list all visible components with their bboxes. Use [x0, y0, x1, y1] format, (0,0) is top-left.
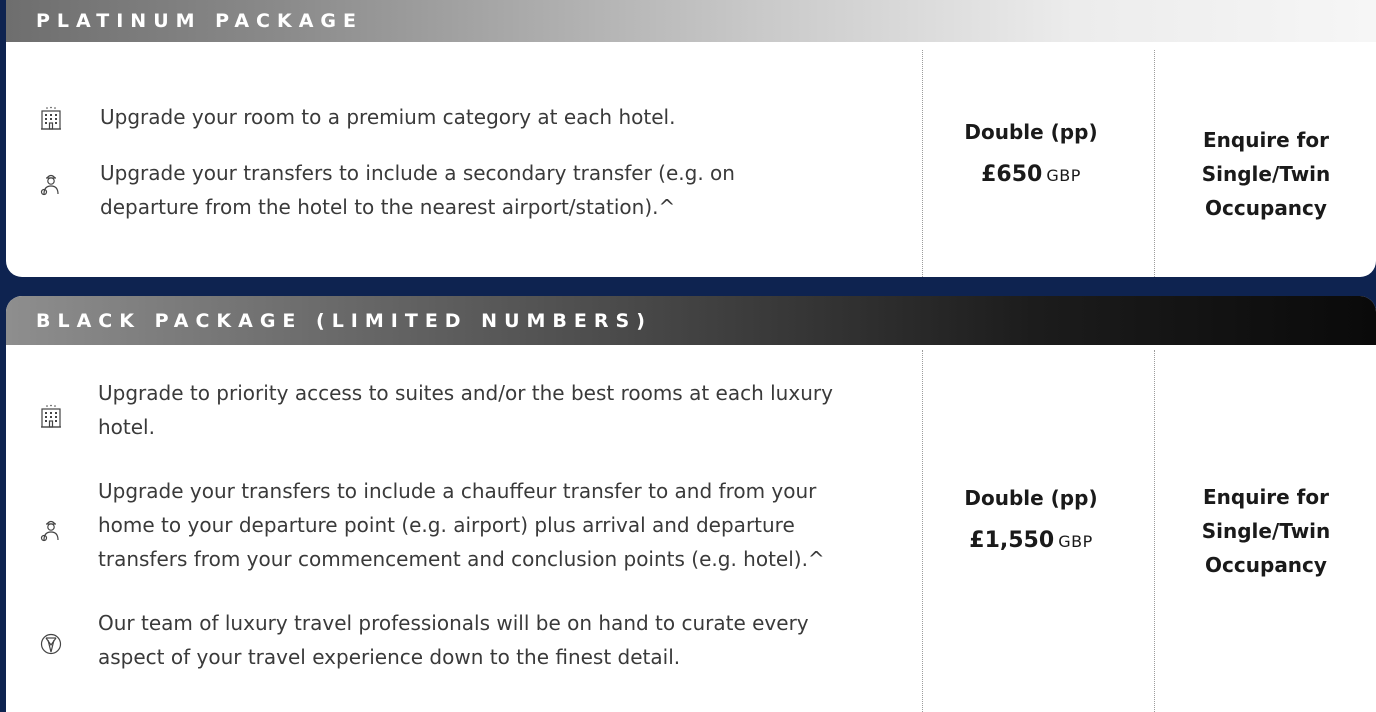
enquire-line: Single/Twin — [1201, 519, 1331, 543]
enquire-line: Occupancy — [1205, 196, 1327, 220]
double-price: Double (pp) £650 GBP — [956, 120, 1106, 187]
price-label: Double (pp) — [964, 486, 1098, 510]
price-label: Double (pp) — [964, 120, 1098, 144]
platinum-package-card: PLATINUM PACKAGE Upgrade your room to a … — [6, 0, 1376, 277]
black-package-title: BLACK PACKAGE (LIMITED NUMBERS) — [36, 309, 652, 332]
enquire-line: Enquire for — [1202, 128, 1329, 152]
column-divider — [1154, 350, 1155, 712]
double-price: Double (pp) £1,550 GBP — [956, 486, 1106, 553]
column-divider — [922, 350, 923, 712]
feature-text: Upgrade your transfers to include a seco… — [100, 161, 735, 219]
enquire-occupancy: Enquire for Single/Twin Occupancy — [1176, 123, 1356, 225]
feature-text: Upgrade your room to a premium category … — [100, 105, 676, 129]
platinum-package-title: PLATINUM PACKAGE — [36, 10, 363, 32]
hotel-icon — [40, 106, 62, 130]
chauffeur-icon — [40, 518, 62, 542]
enquire-line: Enquire for — [1202, 485, 1329, 509]
hotel-icon — [40, 404, 62, 428]
feature-text: Our team of luxury travel professionals … — [98, 611, 809, 669]
enquire-line: Occupancy — [1205, 553, 1327, 577]
enquire-occupancy: Enquire for Single/Twin Occupancy — [1176, 480, 1356, 582]
price-currency: GBP — [1046, 166, 1081, 185]
price-amount: £650 GBP — [956, 162, 1106, 187]
black-package-header: BLACK PACKAGE (LIMITED NUMBERS) — [6, 296, 1376, 345]
price-value: £650 — [981, 162, 1043, 187]
enquire-line: Single/Twin — [1201, 162, 1331, 186]
chauffeur-icon — [40, 172, 62, 196]
price-amount: £1,550 GBP — [956, 528, 1106, 553]
feature-text: Upgrade your transfers to include a chau… — [98, 479, 825, 571]
concierge-icon — [40, 632, 62, 656]
platinum-package-header: PLATINUM PACKAGE — [6, 0, 1376, 42]
feature-text: Upgrade to priority access to suites and… — [98, 381, 833, 439]
price-currency: GBP — [1058, 532, 1093, 551]
price-value: £1,550 — [969, 528, 1055, 553]
column-divider — [1154, 50, 1155, 277]
black-package-card: BLACK PACKAGE (LIMITED NUMBERS) Upgrade … — [6, 296, 1376, 712]
column-divider — [922, 50, 923, 277]
